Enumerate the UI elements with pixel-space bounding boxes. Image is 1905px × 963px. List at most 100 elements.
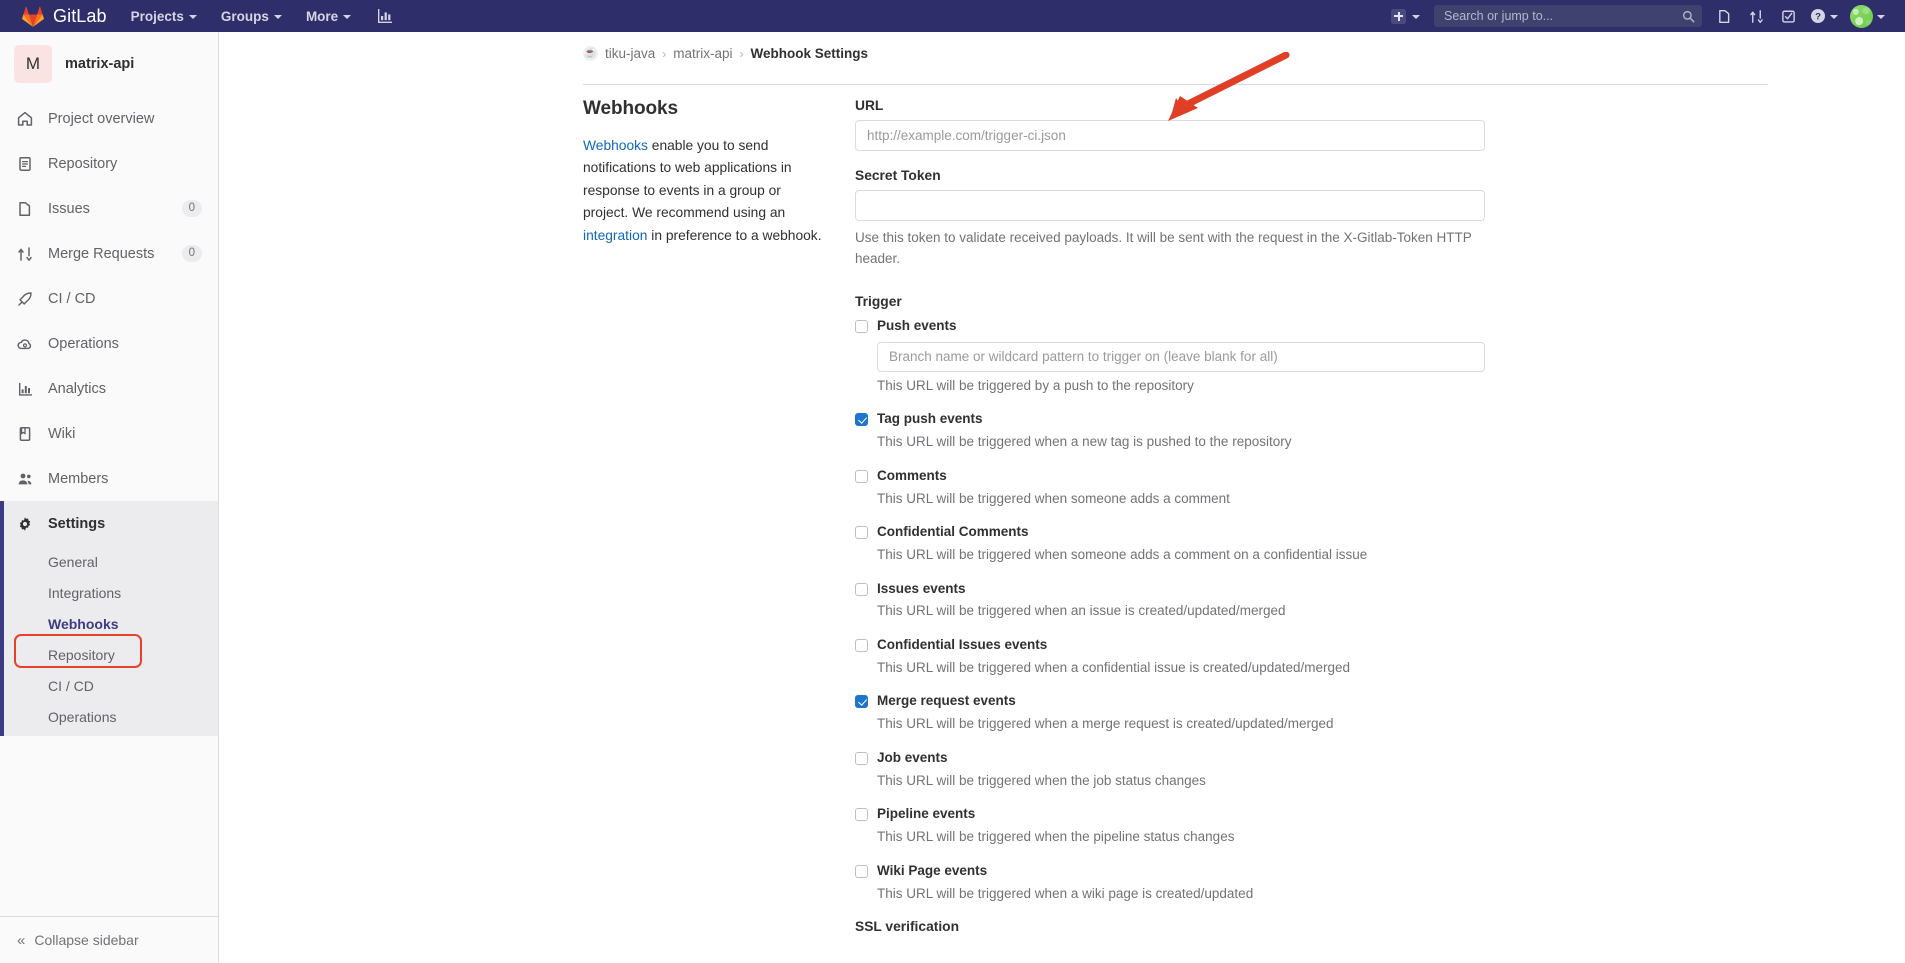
- header-divider: [583, 84, 1768, 85]
- topnav-merge-requests-button[interactable]: [1740, 0, 1772, 32]
- gitlab-home-link[interactable]: GitLab: [0, 0, 119, 32]
- trigger-checkbox-list: Push events This URL will be triggered b…: [855, 318, 1485, 903]
- topnav-help-button[interactable]: ?: [1804, 8, 1844, 24]
- confidential-comments-checkbox[interactable]: [855, 526, 868, 540]
- settings-columns: Webhooks Webhooks enable you to send not…: [220, 74, 1905, 941]
- breadcrumb-project-link[interactable]: matrix-api: [673, 46, 732, 61]
- top-navigation-bar: GitLab Projects Groups More Search or ju…: [0, 0, 1905, 32]
- double-chevron-left-icon: «: [17, 931, 25, 949]
- topnav-groups-menu[interactable]: Groups: [209, 0, 294, 32]
- merge-request-events-checkbox[interactable]: [855, 695, 868, 709]
- push-events-branch-input[interactable]: [877, 341, 1485, 372]
- gitlab-logo-icon: [22, 6, 44, 27]
- sidebar-label: Operations: [48, 335, 119, 352]
- issues-events-label[interactable]: Issues events: [877, 581, 966, 598]
- sidebar-label: Merge Requests: [48, 245, 155, 262]
- sidebar-item-project-overview[interactable]: Project overview: [0, 96, 218, 141]
- sidebar-item-repository[interactable]: Repository: [0, 141, 218, 186]
- comments-checkbox[interactable]: [855, 469, 868, 483]
- trigger-comments: Comments This URL will be triggered when…: [855, 468, 1485, 508]
- confidential-issues-events-label[interactable]: Confidential Issues events: [877, 637, 1047, 654]
- integration-doc-link[interactable]: integration: [583, 228, 647, 243]
- chevron-down-icon: [1877, 14, 1885, 19]
- trigger-section-title: Trigger: [855, 293, 902, 309]
- push-events-checkbox[interactable]: [855, 319, 868, 333]
- pipeline-events-label[interactable]: Pipeline events: [877, 806, 975, 823]
- issues-events-help: This URL will be triggered when an issue…: [877, 603, 1286, 619]
- create-new-button[interactable]: [1383, 0, 1428, 32]
- sidebar-item-settings-repository[interactable]: Repository: [0, 639, 218, 670]
- job-events-label[interactable]: Job events: [877, 750, 948, 767]
- pipeline-events-checkbox[interactable]: [855, 808, 868, 822]
- topnav-left-group: GitLab Projects Groups More: [0, 0, 407, 32]
- page-title: Webhooks: [583, 98, 678, 119]
- topnav-issues-button[interactable]: [1708, 0, 1740, 32]
- sidebar-item-settings-integrations[interactable]: Integrations: [0, 577, 218, 608]
- topnav-user-menu[interactable]: [1844, 4, 1891, 28]
- sidebar-project-header[interactable]: M matrix-api: [0, 32, 218, 96]
- url-input[interactable]: [855, 120, 1485, 151]
- sidebar-label: Repository: [48, 155, 118, 172]
- push-events-label[interactable]: Push events: [877, 318, 957, 335]
- sidebar-item-issues[interactable]: Issues 0: [0, 186, 218, 231]
- wiki-page-events-label[interactable]: Wiki Page events: [877, 863, 987, 880]
- user-avatar: [1850, 4, 1873, 28]
- sidebar-item-analytics[interactable]: Analytics: [0, 366, 218, 411]
- issues-icon: [1718, 9, 1729, 23]
- topnav-projects-menu[interactable]: Projects: [119, 0, 209, 32]
- sidebar-item-settings-ci-cd[interactable]: CI / CD: [0, 670, 218, 701]
- sidebar-item-settings-general[interactable]: General: [0, 546, 218, 577]
- topnav-more-menu[interactable]: More: [294, 0, 363, 32]
- issues-icon: [17, 201, 37, 217]
- trigger-row-head: Push events: [855, 318, 1485, 335]
- project-avatar: M: [14, 45, 52, 83]
- webhooks-info-column: Webhooks Webhooks enable you to send not…: [583, 98, 855, 941]
- confidential-issues-events-checkbox[interactable]: [855, 639, 868, 653]
- sidebar-item-settings-webhooks[interactable]: Webhooks: [0, 608, 218, 639]
- secret-token-label: Secret Token: [855, 168, 941, 183]
- trigger-row-head: Wiki Page events: [855, 863, 1485, 880]
- job-events-help: This URL will be triggered when the job …: [877, 772, 1206, 788]
- sidebar-label: Wiki: [48, 425, 76, 442]
- sidebar-item-members[interactable]: Members: [0, 456, 218, 501]
- sidebar-item-settings-operations[interactable]: Operations: [0, 701, 218, 732]
- sidebar-label: Issues: [48, 200, 90, 217]
- sidebar-nav-list: Project overview Repository Issues 0 Mer…: [0, 96, 218, 546]
- job-events-checkbox[interactable]: [855, 751, 868, 765]
- issues-events-checkbox[interactable]: [855, 582, 868, 596]
- topnav-analytics-button[interactable]: [363, 0, 407, 32]
- breadcrumb-group-link[interactable]: tiku-java: [605, 46, 655, 61]
- chevron-down-icon: [1830, 14, 1838, 19]
- trigger-row-head: Comments: [855, 468, 1485, 485]
- merge-request-events-help: This URL will be triggered when a merge …: [877, 716, 1334, 732]
- wiki-page-events-checkbox[interactable]: [855, 864, 868, 878]
- merge-request-events-label[interactable]: Merge request events: [877, 693, 1016, 710]
- sidebar-item-settings[interactable]: Settings: [0, 501, 218, 546]
- pipeline-events-help: This URL will be triggered when the pipe…: [877, 829, 1235, 845]
- webhook-form-column: URL Secret Token Use this token to valid…: [855, 98, 1485, 941]
- confidential-comments-label[interactable]: Confidential Comments: [877, 524, 1029, 541]
- topnav-todos-button[interactable]: [1772, 0, 1804, 32]
- collapse-sidebar-label: Collapse sidebar: [34, 932, 139, 948]
- sidebar-sub-label: Operations: [48, 708, 117, 725]
- tag-push-events-label[interactable]: Tag push events: [877, 411, 983, 428]
- book-icon: [17, 426, 37, 442]
- tag-push-events-checkbox[interactable]: [855, 413, 868, 427]
- sidebar-sub-label: CI / CD: [48, 677, 94, 694]
- webhooks-description: Webhooks enable you to send notification…: [583, 135, 823, 247]
- gear-icon: [17, 516, 37, 532]
- trigger-confidential-comments: Confidential Comments This URL will be t…: [855, 524, 1485, 564]
- sidebar-item-ci-cd[interactable]: CI / CD: [0, 276, 218, 321]
- comments-label[interactable]: Comments: [877, 468, 947, 485]
- topnav-right-group: Search or jump to... ?: [1383, 0, 1905, 32]
- global-search-input[interactable]: Search or jump to...: [1434, 5, 1702, 27]
- collapse-sidebar-button[interactable]: « Collapse sidebar: [0, 916, 218, 963]
- webhooks-doc-link[interactable]: Webhooks: [583, 138, 648, 153]
- sidebar-label: Analytics: [48, 380, 107, 397]
- secret-token-input[interactable]: [855, 190, 1485, 221]
- sidebar-item-wiki[interactable]: Wiki: [0, 411, 218, 456]
- wiki-page-events-help: This URL will be triggered when a wiki p…: [877, 885, 1254, 901]
- sidebar-item-operations[interactable]: Operations: [0, 321, 218, 366]
- sidebar-item-merge-requests[interactable]: Merge Requests 0: [0, 231, 218, 276]
- description-text-2: in preference to a webhook.: [647, 227, 822, 243]
